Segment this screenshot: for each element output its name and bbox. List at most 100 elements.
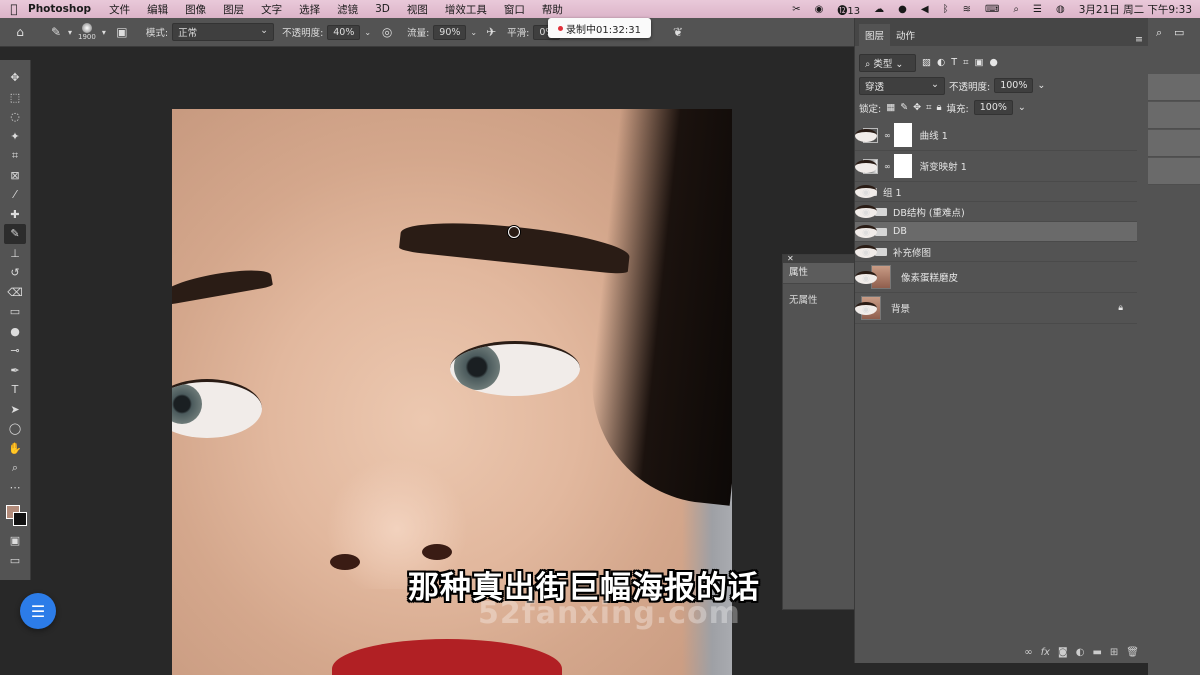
ellipse-tool-icon[interactable]: ◯	[4, 419, 26, 439]
delete-layer-icon[interactable]: 🗑︎	[1126, 647, 1139, 658]
panel-menu-icon[interactable]: ≡	[1135, 34, 1143, 45]
tab-layers[interactable]: 图层	[859, 24, 891, 46]
eye-icon[interactable]: ◉	[855, 185, 877, 198]
path-select-icon[interactable]: ➤	[4, 400, 26, 420]
menubar-clock[interactable]: 3月21日 周二 下午9:33	[1079, 2, 1192, 17]
layer-group-retouch[interactable]: ◉ › 补充修图	[855, 242, 1137, 262]
workspace-icon[interactable]: ▭	[1174, 26, 1184, 39]
brush-settings-icon[interactable]: ▾	[102, 28, 106, 37]
eye-icon[interactable]: ◉	[855, 245, 877, 258]
brush-panel-icon[interactable]: ▣	[114, 25, 130, 39]
menu-filter[interactable]: 滤镜	[337, 2, 358, 17]
collapsed-panel[interactable]	[1148, 158, 1200, 185]
menu-edit[interactable]: 编辑	[147, 2, 168, 17]
frame-tool-icon[interactable]: ⊠	[4, 166, 26, 186]
filter-toggle-icon[interactable]: ●	[989, 57, 997, 68]
marquee-tool-icon[interactable]: ⬚	[4, 88, 26, 108]
hand-tool-icon[interactable]: ✋	[4, 439, 26, 459]
record-icon[interactable]: ●	[898, 4, 907, 15]
close-icon[interactable]: ✕	[783, 255, 855, 263]
lock-position-icon[interactable]: ✥	[913, 102, 921, 113]
eye-icon[interactable]: ◉	[855, 301, 877, 315]
notification-badge[interactable]: ⓬13	[837, 2, 860, 17]
gradient-tool-icon[interactable]: ▭	[4, 302, 26, 322]
magic-wand-icon[interactable]: ✦	[4, 127, 26, 147]
fill-input[interactable]: 100%	[973, 100, 1013, 115]
layer-gradient-map[interactable]: ● ∞ 渐变映射 1	[855, 151, 1137, 182]
scissors-icon[interactable]: ✂	[792, 4, 800, 15]
lock-all-icon[interactable]: 🔒︎	[936, 102, 941, 113]
new-adjustment-icon[interactable]: ◐	[1076, 647, 1085, 658]
eye-icon[interactable]: ◉	[855, 270, 877, 284]
butterfly-icon[interactable]: ❦	[670, 25, 686, 39]
new-group-icon[interactable]: ▬	[1092, 647, 1101, 658]
layer-skin-smoothing[interactable]: ◉ 像素蛋糕磨皮	[855, 262, 1137, 293]
eraser-tool-icon[interactable]: ⌫	[4, 283, 26, 303]
blend-mode-select[interactable]: 穿透 ⌄	[859, 76, 945, 95]
menu-image[interactable]: 图像	[185, 2, 206, 17]
filter-adjustment-icon[interactable]: ◐	[937, 57, 945, 68]
eyedropper-icon[interactable]: ⁄	[4, 185, 26, 205]
bluetooth-icon[interactable]: ᛒ	[943, 4, 949, 15]
tab-actions[interactable]: 动作	[890, 24, 921, 46]
home-icon[interactable]: ⌂	[12, 25, 28, 39]
cloud-icon[interactable]: ☁	[874, 4, 884, 15]
move-tool-icon[interactable]: ✥	[4, 68, 26, 88]
search-icon[interactable]: ⌕	[1156, 26, 1162, 40]
new-layer-icon[interactable]: ⊞	[1110, 647, 1118, 658]
flow-input[interactable]: 90%	[433, 24, 467, 40]
background-color[interactable]	[13, 512, 27, 526]
dodge-tool-icon[interactable]: ⊸	[4, 341, 26, 361]
layer-opacity-input[interactable]: 100%	[994, 78, 1034, 93]
menu-window[interactable]: 窗口	[504, 2, 525, 17]
chevron-down-icon[interactable]: ⌄	[470, 28, 477, 37]
layer-filter-select[interactable]: ⌕ 类型 ⌄	[859, 53, 916, 72]
tab-properties[interactable]: 属性	[783, 263, 855, 284]
collapsed-panel[interactable]	[1148, 74, 1200, 101]
menu-3d[interactable]: 3D	[375, 3, 390, 15]
blur-tool-icon[interactable]: ●	[4, 322, 26, 342]
visibility-off-icon[interactable]: ●	[855, 128, 877, 142]
chevron-down-icon[interactable]: ⌄	[1018, 102, 1026, 113]
fx-icon[interactable]: fx	[1041, 647, 1050, 658]
collapsed-panel[interactable]	[1148, 130, 1200, 157]
filter-shape-icon[interactable]: ⌗	[963, 57, 968, 68]
quick-mask-icon[interactable]: ▣	[4, 531, 26, 551]
layer-mask-thumb[interactable]	[893, 123, 912, 147]
layer-group-db-structure[interactable]: ◉ › DB结构 (重难点)	[855, 202, 1137, 222]
layer-mask-thumb[interactable]	[893, 154, 912, 178]
more-tools-icon[interactable]: ⋯	[4, 478, 26, 498]
zoom-tool-icon[interactable]: ⌕	[4, 458, 26, 478]
apple-icon[interactable]: 	[0, 2, 28, 16]
visibility-off-icon[interactable]: ●	[855, 159, 877, 173]
menu-type[interactable]: 文字	[261, 2, 282, 17]
crop-tool-icon[interactable]: ⌗	[4, 146, 26, 166]
siri-icon[interactable]: ◍	[1056, 4, 1065, 15]
menu-select[interactable]: 选择	[299, 2, 320, 17]
chevron-down-icon[interactable]: ⌄	[364, 28, 371, 37]
link-layers-icon[interactable]: ∞	[1024, 647, 1032, 658]
filter-pixel-icon[interactable]: ▨	[922, 57, 931, 68]
opacity-input[interactable]: 40%	[327, 24, 361, 40]
brush-size-preview[interactable]: 1900	[78, 23, 96, 41]
volume-icon[interactable]: ◀	[921, 4, 929, 15]
chat-bubble-icon[interactable]: ☰	[20, 593, 56, 629]
filter-type-icon[interactable]: T	[951, 57, 957, 68]
layer-background[interactable]: ◉ 背景 🔒︎	[855, 293, 1137, 324]
filter-smart-icon[interactable]: ▣	[974, 57, 983, 68]
menu-file[interactable]: 文件	[109, 2, 130, 17]
layer-curves[interactable]: ● ⌇ ∞ 曲线 1	[855, 120, 1137, 151]
search-icon[interactable]: ⌕	[1013, 4, 1019, 15]
mode-select[interactable]: 正常 ⌄	[172, 23, 275, 41]
control-center-icon[interactable]: ☰	[1033, 4, 1042, 15]
menu-layer[interactable]: 图层	[223, 2, 244, 17]
recording-indicator[interactable]: 录制中01:32:31	[548, 18, 651, 38]
layer-group-db[interactable]: ◉ › DB	[855, 222, 1137, 242]
screen-mode-icon[interactable]: ▭	[4, 551, 26, 571]
brush-tool-icon[interactable]: ✎	[4, 224, 26, 244]
wifi-icon[interactable]: ≋	[963, 4, 971, 15]
app-name-menu[interactable]: Photoshop	[28, 3, 91, 15]
menu-view[interactable]: 视图	[407, 2, 428, 17]
pressure-opacity-icon[interactable]: ◎	[379, 25, 395, 39]
lock-pixels-icon[interactable]: ✎	[900, 102, 908, 113]
